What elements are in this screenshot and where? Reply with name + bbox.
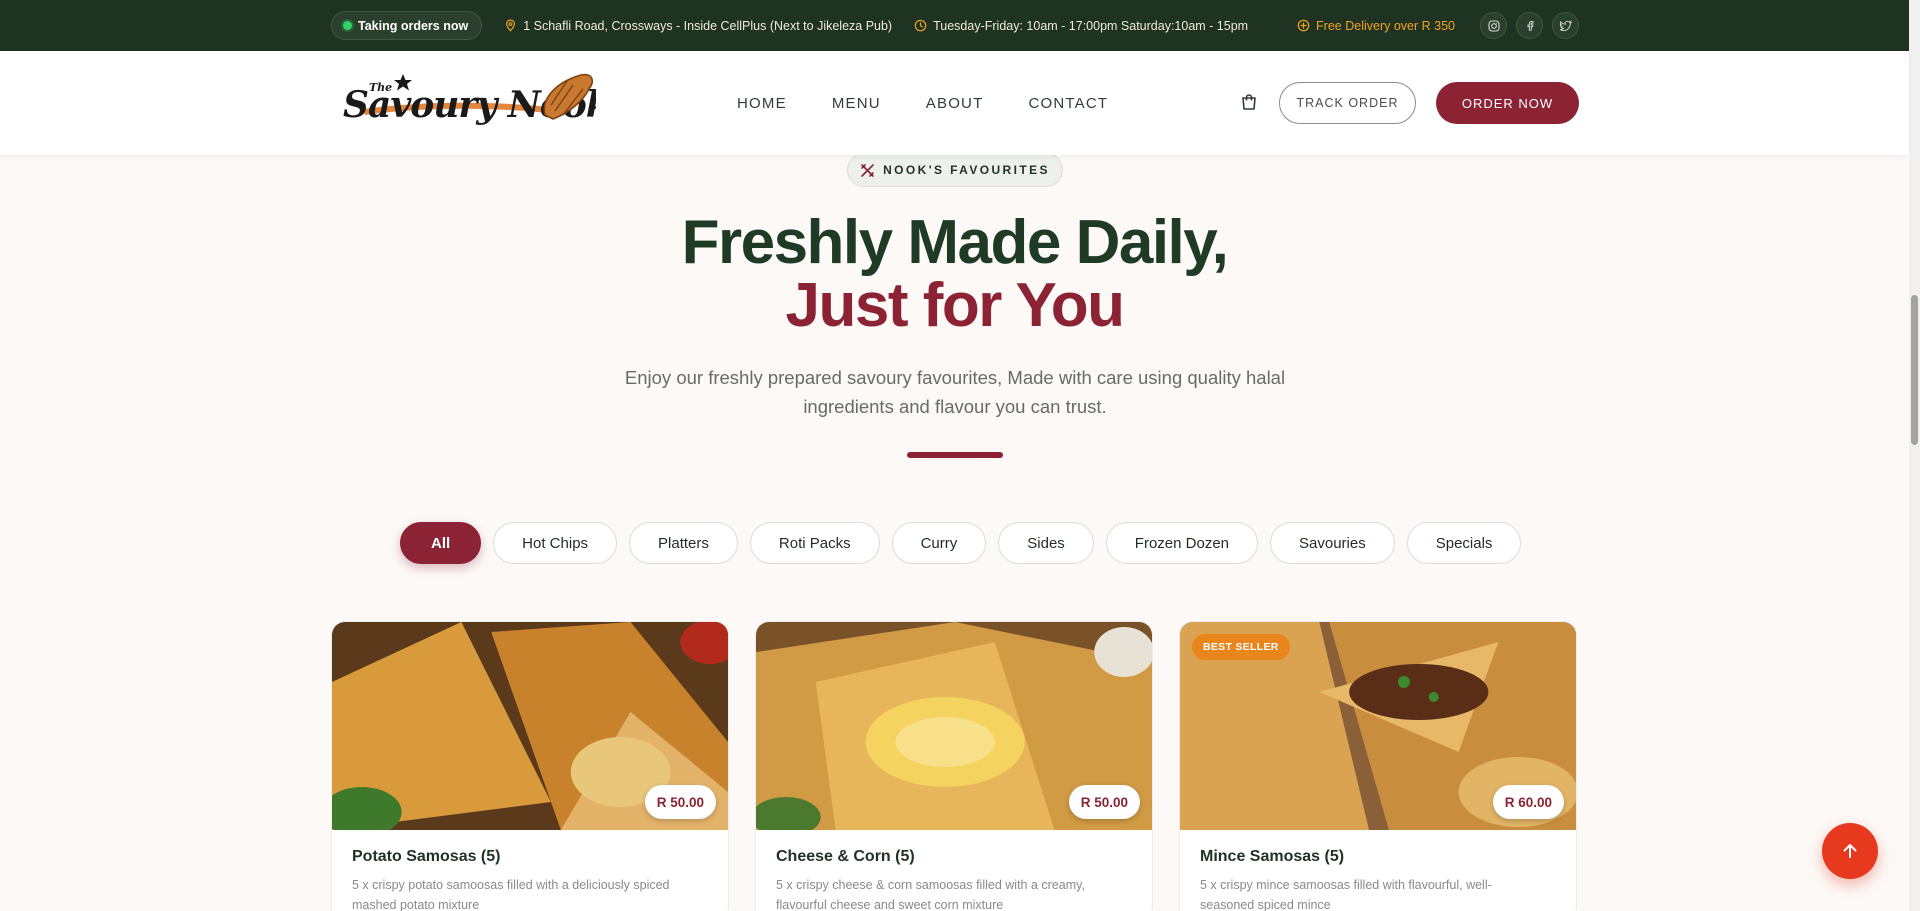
plus-circle-icon bbox=[1297, 19, 1310, 32]
arrow-up-icon bbox=[1843, 844, 1857, 858]
filter-roti-packs[interactable]: Roti Packs bbox=[749, 522, 880, 564]
hero-subtitle: Enjoy our freshly prepared savoury favou… bbox=[624, 367, 1286, 417]
filter-sides[interactable]: Sides bbox=[998, 522, 1094, 564]
product-name: Mince Samosas (5) bbox=[1200, 848, 1345, 865]
cart-icon[interactable] bbox=[1239, 92, 1259, 112]
hero-title-line1: Freshly Made Daily, bbox=[681, 208, 1229, 277]
free-delivery-info: Free Delivery over R 350 bbox=[1297, 19, 1455, 33]
main-nav: HOME MENU ABOUT CONTACT bbox=[737, 51, 1153, 155]
twitter-link[interactable] bbox=[1552, 12, 1579, 39]
section-badge-text: NOOK'S FAVOURITES bbox=[883, 163, 1050, 177]
price-badge: R 50.00 bbox=[644, 785, 716, 819]
nav-menu[interactable]: MENU bbox=[832, 95, 881, 112]
facebook-icon bbox=[1527, 20, 1534, 31]
filter-savouries[interactable]: Savouries bbox=[1270, 522, 1395, 564]
location-pin-icon bbox=[506, 19, 516, 32]
open-status-badge: Taking orders now bbox=[331, 11, 483, 40]
open-status-text: Taking orders now bbox=[358, 18, 469, 33]
filter-hot-chips[interactable]: Hot Chips bbox=[493, 522, 618, 564]
divider bbox=[907, 452, 1003, 458]
free-delivery-text: Free Delivery over R 350 bbox=[1316, 18, 1455, 33]
scroll-to-top-button[interactable] bbox=[1822, 823, 1878, 879]
nav-home[interactable]: HOME bbox=[737, 95, 787, 112]
product-name: Cheese & Corn (5) bbox=[776, 848, 915, 865]
instagram-icon bbox=[1487, 19, 1500, 32]
product-card[interactable]: R 50.00 Cheese & Corn (5) 5 x crispy che… bbox=[755, 621, 1153, 911]
twitter-icon bbox=[1559, 19, 1572, 31]
product-description: 5 x crispy potato samoosas filled with a… bbox=[352, 878, 670, 911]
product-name: Potato Samosas (5) bbox=[352, 848, 501, 865]
savoury-nook-logo[interactable]: The Savoury Nook bbox=[341, 71, 596, 129]
product-card[interactable]: R 50.00 Potato Samosas (5) 5 x crispy po… bbox=[331, 621, 729, 911]
filter-specials[interactable]: Specials bbox=[1406, 522, 1522, 564]
filter-curry[interactable]: Curry bbox=[891, 522, 987, 564]
scrollbar-thumb[interactable] bbox=[1911, 295, 1918, 445]
site-header: The Savoury Nook HOME MENU ABOUT CONTACT… bbox=[0, 51, 1909, 155]
filter-frozen-dozen[interactable]: Frozen Dozen bbox=[1105, 522, 1259, 564]
product-description: 5 x crispy cheese & corn samoosas filled… bbox=[776, 878, 1085, 911]
hero-title-line2: Just for You bbox=[785, 271, 1125, 340]
track-order-button[interactable]: TRACK ORDER bbox=[1279, 82, 1416, 124]
address-info: 1 Schafli Road, Crossways - Inside CellP… bbox=[504, 19, 892, 33]
filter-platters[interactable]: Platters bbox=[629, 522, 738, 564]
best-seller-badge: BEST SELLER bbox=[1192, 634, 1290, 660]
category-filters: All Hot Chips Platters Roti Packs Curry … bbox=[400, 522, 1522, 564]
page-scrollbar[interactable] bbox=[1909, 0, 1920, 911]
address-text: 1 Schafli Road, Crossways - Inside CellP… bbox=[523, 18, 893, 33]
filter-all[interactable]: All bbox=[400, 522, 482, 564]
section-badge: NOOK'S FAVOURITES bbox=[847, 153, 1063, 187]
product-card[interactable]: BEST SELLER R 60.00 Mince Samosas (5) 5 … bbox=[1179, 621, 1577, 911]
utensils-crossed-icon bbox=[861, 163, 874, 177]
status-dot-icon bbox=[343, 21, 352, 30]
clock-icon bbox=[914, 19, 927, 32]
instagram-link[interactable] bbox=[1480, 12, 1507, 39]
price-badge: R 60.00 bbox=[1492, 785, 1564, 819]
order-now-button[interactable]: ORDER NOW bbox=[1436, 82, 1579, 124]
nav-about[interactable]: ABOUT bbox=[926, 95, 984, 112]
hours-text: Tuesday-Friday: 10am - 17:00pm Saturday:… bbox=[933, 18, 1249, 33]
hours-info: Tuesday-Friday: 10am - 17:00pm Saturday:… bbox=[914, 19, 1248, 33]
top-info-bar: Taking orders now 1 Schafli Road, Crossw… bbox=[0, 0, 1909, 51]
price-badge: R 50.00 bbox=[1068, 785, 1140, 819]
facebook-link[interactable] bbox=[1516, 12, 1543, 39]
product-description: 5 x crispy mince samoosas filled with fl… bbox=[1200, 878, 1492, 911]
nav-contact[interactable]: CONTACT bbox=[1028, 95, 1108, 112]
